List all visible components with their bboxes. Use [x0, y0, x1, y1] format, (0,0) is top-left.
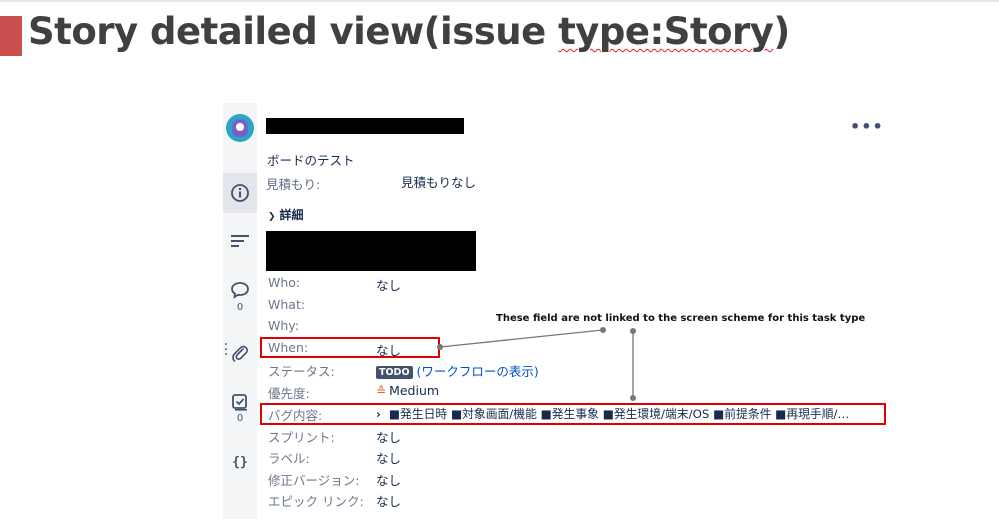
status-value: TODO (ワークフローの表示) [376, 361, 539, 380]
code-braces-icon: {} [232, 455, 248, 470]
field-label-epic-link: エピック リンク: [268, 494, 364, 509]
sidebar-description-button[interactable] [223, 231, 257, 251]
when-field-highlight [260, 337, 440, 358]
paperclip-icon [232, 345, 248, 362]
slide-title-suffix: ) [773, 10, 790, 53]
comment-icon [231, 282, 249, 299]
status-badge[interactable]: TODO [376, 366, 413, 379]
issue-detail-panel: 0 0 {} ••• ボードのテスト 見積もり: 見積もりなし ❯ 詳細 Who:… [223, 103, 885, 519]
slide-top-rule [0, 0, 999, 2]
field-value-epic-link[interactable]: なし [376, 491, 401, 510]
redacted-issue-title [266, 118, 464, 134]
issue-sidebar: 0 0 {} [223, 103, 257, 519]
title-accent-bar [0, 16, 22, 56]
slide-title-prefix: Story detailed view(issue [28, 10, 559, 53]
sidebar-code-button[interactable]: {} [223, 455, 257, 470]
text-lines-icon [231, 235, 249, 247]
workflow-link[interactable]: (ワークフローの表示) [417, 364, 539, 379]
redacted-field-block [266, 231, 476, 271]
sidebar-comments-button[interactable]: 0 [223, 280, 257, 313]
field-value-who[interactable]: なし [376, 275, 401, 294]
checkbox-icon [232, 394, 247, 411]
priority-label: Medium [389, 383, 440, 398]
sidebar-details-button[interactable] [223, 173, 257, 213]
field-label-labels: ラベル: [268, 451, 310, 466]
avatar-icon [232, 119, 248, 137]
field-label-why: Why: [268, 318, 299, 333]
priority-value[interactable]: ≙ Medium [376, 383, 439, 398]
sidebar-attachments-button[interactable] [223, 343, 257, 365]
comments-count: 0 [236, 302, 244, 313]
field-label-priority: 優先度: [268, 386, 310, 401]
field-label-status: ステータス: [268, 364, 335, 379]
field-value-fix-version[interactable]: なし [376, 470, 401, 489]
slide-title: Story detailed view(issue type:Story) [28, 10, 790, 53]
field-label-sprint: スプリント: [268, 430, 335, 445]
priority-medium-icon: ≙ [376, 384, 387, 398]
chevron-down-icon: ❯ [268, 212, 276, 222]
details-label: 詳細 [279, 208, 304, 222]
details-toggle[interactable]: ❯ 詳細 [268, 206, 304, 223]
field-label-what: What: [268, 297, 306, 312]
estimate-value[interactable]: 見積もりなし [401, 172, 476, 191]
field-value-labels[interactable]: なし [376, 448, 401, 467]
slide-title-spellcheck: type:Story [558, 10, 774, 53]
sidebar-checklist-button[interactable]: 0 [223, 393, 257, 424]
field-value-sprint[interactable]: なし [376, 427, 401, 446]
annotation-note: These field are not linked to the screen… [496, 313, 866, 324]
checklist-count: 0 [236, 413, 244, 424]
field-label-fix-version: 修正バージョン: [268, 473, 360, 488]
field-label-who: Who: [268, 275, 301, 290]
bug-content-field-highlight [260, 403, 886, 425]
info-icon [231, 184, 249, 202]
more-actions-icon[interactable]: ••• [850, 117, 884, 136]
board-name[interactable]: ボードのテスト [267, 150, 355, 169]
estimate-label: 見積もり: [266, 177, 321, 192]
project-avatar[interactable] [226, 114, 254, 142]
